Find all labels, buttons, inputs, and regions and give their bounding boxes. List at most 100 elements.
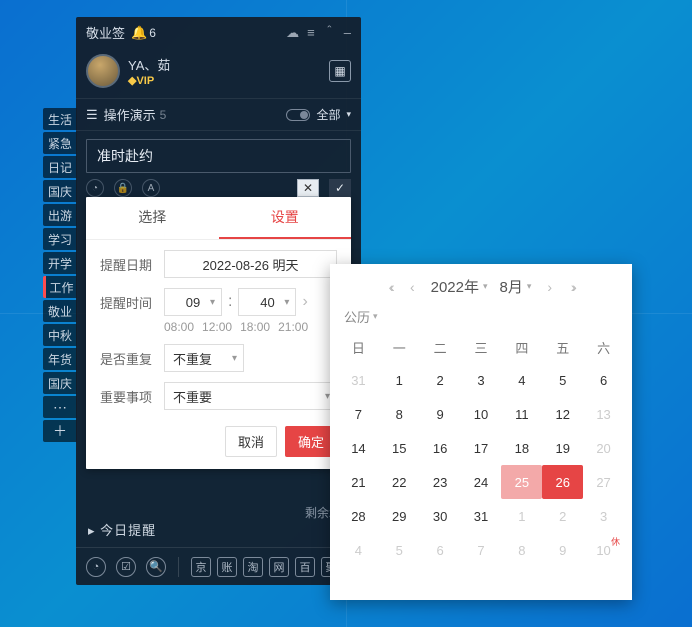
cancel-button[interactable]: 取消 bbox=[225, 426, 277, 457]
quick-link[interactable]: 账 bbox=[217, 557, 237, 577]
calendar-day[interactable]: 27 bbox=[583, 465, 624, 499]
calendar-day[interactable]: 28 bbox=[338, 499, 379, 533]
calendar-day[interactable]: 10 bbox=[461, 397, 502, 431]
calendar-day[interactable]: 31 bbox=[461, 499, 502, 533]
date-field[interactable]: 2022-08-26 明天 bbox=[164, 250, 337, 278]
time-preset[interactable]: 12:00 bbox=[202, 320, 232, 334]
prev-month-icon[interactable]: ‹ bbox=[406, 279, 419, 295]
menu-icon[interactable]: ≡ bbox=[307, 25, 315, 40]
toggle-switch[interactable] bbox=[286, 109, 310, 121]
cloud-icon[interactable]: ☁ bbox=[286, 25, 299, 41]
calendar-day[interactable]: 19 bbox=[542, 431, 583, 465]
calendar-day[interactable]: 3 bbox=[461, 363, 502, 397]
calendar-day[interactable]: 6 bbox=[420, 533, 461, 567]
calendar-day[interactable]: 23 bbox=[420, 465, 461, 499]
quick-link[interactable]: 网 bbox=[269, 557, 289, 577]
calendar-day[interactable]: 8 bbox=[501, 533, 542, 567]
calendar-day[interactable]: 13 bbox=[583, 397, 624, 431]
sidebar-tab[interactable]: 日记 bbox=[43, 156, 77, 178]
font-icon[interactable]: A bbox=[142, 179, 160, 197]
sidebar-tab[interactable]: 国庆 bbox=[43, 180, 77, 202]
chevron-right-icon[interactable]: › bbox=[302, 293, 307, 311]
sidebar-tab[interactable]: 年货 bbox=[43, 348, 77, 370]
sidebar-tab[interactable]: 学习 bbox=[43, 228, 77, 250]
clock-icon[interactable]: ◔ bbox=[86, 179, 104, 197]
confirm-check-button[interactable]: ✓ bbox=[329, 179, 351, 197]
calendar-day[interactable]: 16 bbox=[420, 431, 461, 465]
calendar-day[interactable]: 4 bbox=[338, 533, 379, 567]
calendar-day[interactable]: 2 bbox=[542, 499, 583, 533]
history-icon[interactable]: ◔ bbox=[86, 557, 106, 577]
tab-settings[interactable]: 设置 bbox=[219, 197, 352, 239]
close-icon[interactable]: – bbox=[344, 25, 351, 40]
filter-all[interactable]: 全部 bbox=[316, 106, 340, 123]
time-preset[interactable]: 21:00 bbox=[278, 320, 308, 334]
calendar-day[interactable]: 4 bbox=[501, 363, 542, 397]
calendar-day[interactable]: 17 bbox=[461, 431, 502, 465]
calendar-day[interactable]: 11 bbox=[501, 397, 542, 431]
calendar-day[interactable]: 9 bbox=[542, 533, 583, 567]
sidebar-tab[interactable]: 中秋 bbox=[43, 324, 77, 346]
minute-select[interactable]: 40 bbox=[238, 288, 296, 316]
calendar-day[interactable]: 5 bbox=[542, 363, 583, 397]
time-preset[interactable]: 18:00 bbox=[240, 320, 270, 334]
minimize-icon[interactable]: ＾ bbox=[323, 23, 336, 42]
calendar-day[interactable]: 21 bbox=[338, 465, 379, 499]
sidebar-tab[interactable]: 生活 bbox=[43, 108, 77, 130]
important-select[interactable]: 不重要 bbox=[164, 382, 337, 410]
sidebar-tab[interactable]: 出游 bbox=[43, 204, 77, 226]
bell-icon[interactable]: 🔔 bbox=[131, 25, 147, 41]
calendar-day[interactable]: 12 bbox=[542, 397, 583, 431]
calendar-day[interactable]: 2 bbox=[420, 363, 461, 397]
prev-year-icon[interactable]: ‹‹ bbox=[386, 279, 394, 295]
quick-link[interactable]: 京 bbox=[191, 557, 211, 577]
lock-icon[interactable]: 🔒 bbox=[114, 179, 132, 197]
calendar-day[interactable]: 31 bbox=[338, 363, 379, 397]
tab-select[interactable]: 选择 bbox=[86, 197, 219, 239]
calendar-day[interactable]: 22 bbox=[379, 465, 420, 499]
note-input[interactable] bbox=[86, 139, 351, 173]
checklist-icon[interactable]: ☑ bbox=[116, 557, 136, 577]
avatar[interactable] bbox=[86, 54, 120, 88]
calendar-day[interactable]: 14 bbox=[338, 431, 379, 465]
quick-link[interactable]: 百 bbox=[295, 557, 315, 577]
calendar-day[interactable]: 9 bbox=[420, 397, 461, 431]
calendar-day[interactable]: 10休 bbox=[583, 533, 624, 567]
calendar-day[interactable]: 18 bbox=[501, 431, 542, 465]
sidebar-tab[interactable]: 开学 bbox=[43, 252, 77, 274]
calendar-icon[interactable]: ▦ bbox=[329, 60, 351, 82]
sidebar-tab[interactable]: 紧急 bbox=[43, 132, 77, 154]
calendar-day[interactable]: 8 bbox=[379, 397, 420, 431]
sidebar-tab[interactable]: 敬业 bbox=[43, 300, 77, 322]
sidebar-tab[interactable]: 国庆 bbox=[43, 372, 77, 394]
calendar-day[interactable]: 1 bbox=[379, 363, 420, 397]
calendar-day[interactable]: 5 bbox=[379, 533, 420, 567]
calendar-day[interactable]: 20 bbox=[583, 431, 624, 465]
calendar-day[interactable]: 25 bbox=[501, 465, 542, 499]
calendar-day[interactable]: 29 bbox=[379, 499, 420, 533]
time-preset[interactable]: 08:00 bbox=[164, 320, 194, 334]
sidebar-tab[interactable]: 工作 bbox=[43, 276, 77, 298]
month-select[interactable]: 8月▾ bbox=[500, 276, 532, 297]
sidebar-more[interactable]: ⋯ bbox=[43, 396, 77, 418]
calendar-day[interactable]: 6 bbox=[583, 363, 624, 397]
quick-link[interactable]: 淘 bbox=[243, 557, 263, 577]
calendar-day[interactable]: 7 bbox=[338, 397, 379, 431]
sidebar-add[interactable]: ＋ bbox=[43, 420, 77, 442]
calendar-day[interactable]: 15 bbox=[379, 431, 420, 465]
calendar-day[interactable]: 30 bbox=[420, 499, 461, 533]
calendar-type-select[interactable]: 公历▾ bbox=[330, 305, 632, 332]
search-icon[interactable]: 🔍 bbox=[146, 557, 166, 577]
calendar-day[interactable]: 3 bbox=[583, 499, 624, 533]
hour-select[interactable]: 09 bbox=[164, 288, 222, 316]
next-month-icon[interactable]: › bbox=[543, 279, 556, 295]
calendar-day[interactable]: 7 bbox=[461, 533, 502, 567]
calendar-day[interactable]: 24 bbox=[461, 465, 502, 499]
cancel-x-button[interactable]: ✕ bbox=[297, 179, 319, 197]
next-year-icon[interactable]: ›› bbox=[568, 279, 576, 295]
calendar-day[interactable]: 1 bbox=[501, 499, 542, 533]
calendar-day[interactable]: 26 bbox=[542, 465, 583, 499]
year-select[interactable]: 2022年▾ bbox=[431, 276, 488, 297]
repeat-select[interactable]: 不重复 bbox=[164, 344, 244, 372]
list-icon: ☰ bbox=[86, 107, 98, 123]
